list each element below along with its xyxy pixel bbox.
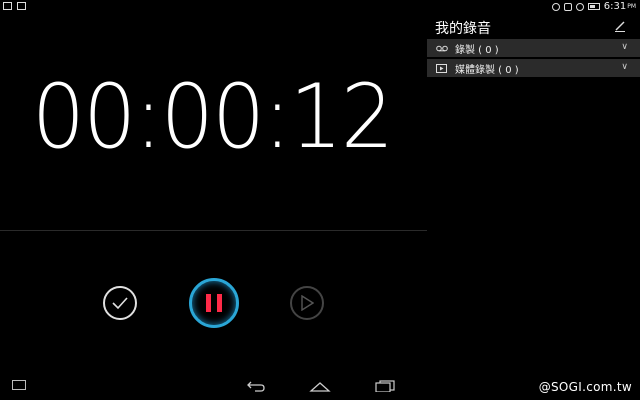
edit-icon[interactable]: [614, 20, 626, 32]
section-label: 媒體錄製 ( 0 ): [455, 64, 519, 76]
pause-button[interactable]: [189, 278, 239, 328]
chevron-down-icon: ∨: [621, 42, 628, 52]
divider: [0, 230, 427, 231]
chevron-down-icon: ∨: [621, 62, 628, 72]
play-icon: [301, 295, 314, 311]
home-icon[interactable]: [309, 380, 331, 392]
back-icon[interactable]: [246, 380, 266, 392]
video-icon: [436, 63, 450, 73]
clock-ampm: PM: [627, 3, 636, 10]
battery-icon: [587, 3, 600, 10]
section-media-recordings[interactable]: 媒體錄製 ( 0 ) ∨: [427, 59, 640, 77]
status-bar: 6:31 PM: [0, 0, 640, 14]
mute-icon: [563, 2, 572, 11]
save-recording-button[interactable]: [103, 286, 137, 320]
voicemail-icon: [436, 45, 450, 52]
window-mode-icon[interactable]: [12, 380, 26, 390]
notification-icons: [3, 2, 26, 10]
recording-timer: 00:00:12: [31, 65, 394, 168]
pause-icon: [206, 294, 222, 312]
alarm-icon: [551, 2, 560, 11]
recent-apps-icon[interactable]: [375, 380, 395, 392]
clock: 6:31: [603, 1, 627, 12]
wifi-icon: [575, 2, 584, 11]
navigation-bar: @SOGI.com.tw: [0, 374, 640, 400]
play-button[interactable]: [290, 286, 324, 320]
image-notification-icon: [3, 2, 12, 10]
section-label: 錄製 ( 0 ): [455, 44, 499, 56]
status-icons: 6:31 PM: [551, 1, 636, 12]
recordings-panel: 我的錄音 錄製 ( 0 ) ∨ 媒體錄製 ( 0 ) ∨: [427, 14, 640, 374]
panel-title: 我的錄音: [435, 21, 491, 37]
shield-notification-icon: [17, 2, 26, 10]
check-icon: [112, 297, 128, 310]
section-recordings[interactable]: 錄製 ( 0 ) ∨: [427, 39, 640, 57]
watermark: @SOGI.com.tw: [538, 380, 632, 394]
